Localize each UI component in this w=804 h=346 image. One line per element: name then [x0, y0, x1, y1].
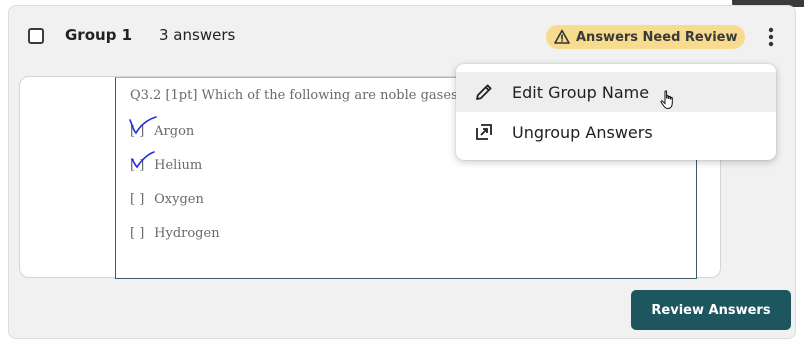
ungroup-icon	[476, 124, 492, 140]
answer-group-card: Group 1 3 answers Answers Need Review Q3…	[8, 5, 796, 339]
more-options-button[interactable]	[759, 24, 783, 50]
option-label: Hydrogen	[154, 226, 220, 241]
option-label: Oxygen	[154, 192, 204, 207]
option-checkbox: [ ]	[130, 192, 145, 207]
option-oxygen: [ ] Oxygen	[130, 192, 204, 207]
handwritten-check-mark	[129, 116, 157, 135]
kebab-icon	[768, 27, 774, 47]
group-options-menu: Edit Group Name Ungroup Answers	[456, 64, 776, 160]
handwritten-check-mark	[131, 151, 155, 169]
status-badge: Answers Need Review	[546, 25, 746, 49]
option-label: Argon	[154, 124, 195, 139]
menu-item-label: Edit Group Name	[512, 82, 650, 102]
pencil-icon	[476, 84, 492, 100]
warning-icon	[554, 29, 570, 44]
status-badge-label: Answers Need Review	[576, 29, 738, 45]
option-checkbox: [ ]	[130, 226, 145, 241]
menu-item-label: Ungroup Answers	[512, 122, 653, 142]
review-answers-button[interactable]: Review Answers	[631, 290, 791, 330]
hand-cursor-icon	[660, 90, 673, 110]
menu-item-edit-group-name[interactable]: Edit Group Name	[456, 72, 776, 112]
group-name: Group 1	[65, 26, 133, 44]
option-hydrogen: [ ] Hydrogen	[130, 226, 220, 241]
menu-item-ungroup-answers[interactable]: Ungroup Answers	[456, 112, 776, 152]
question-text: Q3.2 [1pt] Which of the following are no…	[130, 88, 465, 103]
answer-count: 3 answers	[159, 26, 236, 44]
group-select-checkbox[interactable]	[28, 28, 44, 44]
option-label: Helium	[154, 158, 203, 173]
